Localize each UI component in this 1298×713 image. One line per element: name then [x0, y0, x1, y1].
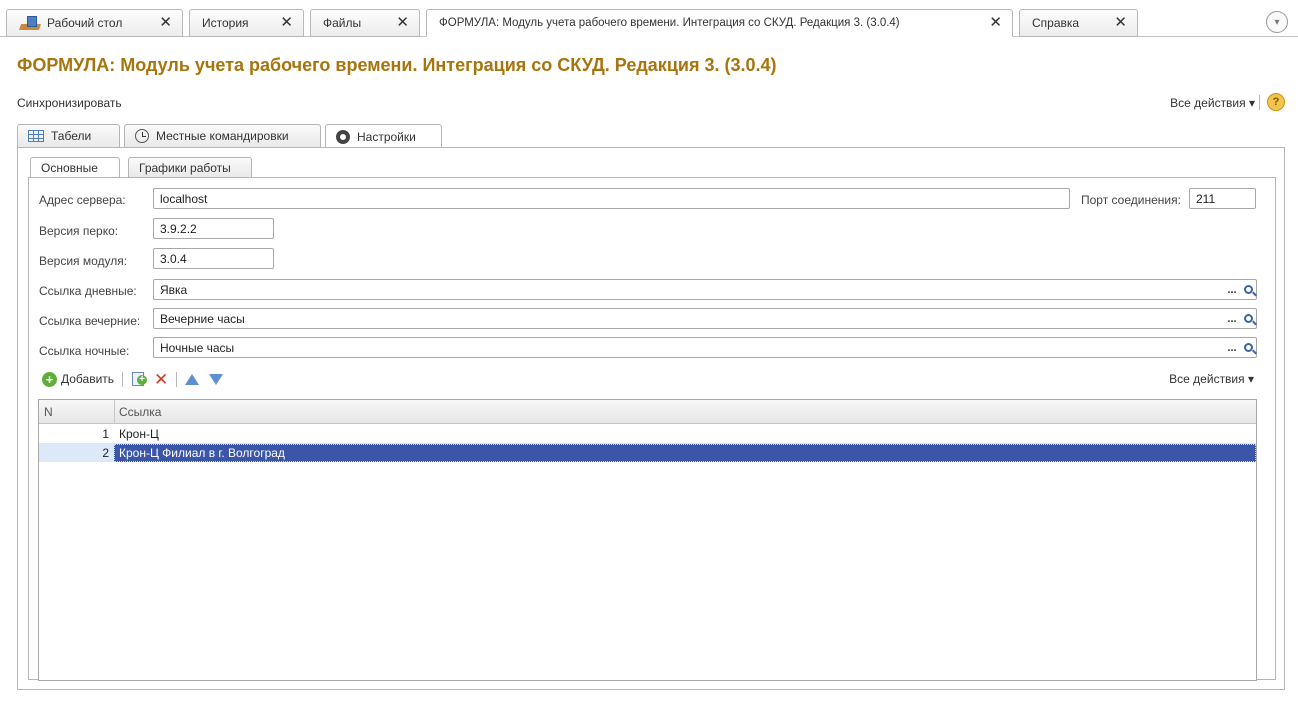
tab-label: Основные: [41, 161, 98, 175]
search-icon: [1243, 285, 1253, 294]
gear-icon: [336, 129, 350, 144]
search-button[interactable]: [1241, 309, 1255, 328]
window-tab-label: Рабочий стол: [47, 16, 123, 30]
close-icon[interactable]: ✕: [280, 15, 293, 31]
night-link-label: Ссылка ночные:: [39, 344, 130, 358]
evening-link-label: Ссылка вечерние:: [39, 314, 141, 328]
close-icon[interactable]: ✕: [396, 15, 409, 31]
links-table: N Ссылка 1 Крон-Ц 2 Крон-Ц Филиал в г. В…: [38, 399, 1257, 681]
module-version-field: 3.0.4: [153, 248, 274, 269]
window-tab-label: Файлы: [323, 16, 362, 30]
tab-local-trips[interactable]: Местные командировки: [124, 124, 321, 148]
window-tab-label: ФОРМУЛА: Модуль учета рабочего времени. …: [439, 17, 900, 29]
night-link-input[interactable]: Ночные часы: [153, 337, 1257, 358]
page-title: ФОРМУЛА: Модуль учета рабочего времени. …: [17, 55, 777, 75]
row-number: 1: [102, 427, 109, 441]
window-tab-label: История: [202, 16, 249, 30]
perco-version-field: 3.9.2.2: [153, 218, 274, 239]
list-all-actions-button[interactable]: Все действия ▾: [1169, 372, 1254, 386]
server-address-label: Адрес сервера:: [39, 193, 126, 207]
tab-work-schedules[interactable]: Графики работы: [128, 157, 252, 178]
search-icon: [1243, 343, 1253, 352]
tab-timesheets[interactable]: Табели: [17, 124, 120, 148]
close-icon[interactable]: ✕: [989, 15, 1002, 31]
clock-icon: [135, 129, 149, 143]
table-row[interactable]: 1 Крон-Ц: [39, 425, 1256, 443]
divider: [176, 371, 178, 387]
window-tab-desktop[interactable]: Рабочий стол ✕: [6, 9, 183, 37]
table-header: N Ссылка: [39, 400, 1256, 424]
plus-icon: +: [42, 371, 57, 387]
column-header-n[interactable]: N: [44, 405, 53, 419]
tab-label: Местные командировки: [156, 129, 289, 143]
window-tab-bar: Рабочий стол ✕ История ✕ Файлы ✕ ФОРМУЛА…: [0, 0, 1298, 46]
window-tab-label: Справка: [1032, 16, 1080, 30]
row-number: 2: [102, 446, 109, 460]
desktop-icon: [19, 15, 41, 31]
search-icon: [1243, 314, 1253, 323]
divider: [1259, 95, 1260, 110]
day-link-label: Ссылка дневные:: [39, 284, 137, 298]
copy-icon[interactable]: [131, 371, 148, 387]
port-input[interactable]: 211: [1189, 188, 1256, 209]
all-actions-button[interactable]: Все действия ▾: [1170, 96, 1255, 110]
window-menu-button[interactable]: ▾: [1266, 11, 1288, 33]
close-icon[interactable]: ✕: [159, 15, 172, 31]
column-divider: [114, 400, 115, 424]
tab-general[interactable]: Основные: [30, 157, 120, 179]
row-value-cell: [114, 444, 1256, 462]
move-up-icon[interactable]: [185, 373, 200, 385]
help-icon[interactable]: ?: [1267, 93, 1285, 111]
select-button[interactable]: ...: [1224, 280, 1240, 299]
chevron-down-icon: ▾: [1274, 16, 1280, 28]
window-tab-files[interactable]: Файлы ✕: [310, 9, 420, 37]
tab-label: Табели: [51, 129, 92, 143]
server-address-input[interactable]: localhost: [153, 188, 1070, 209]
column-header-link[interactable]: Ссылка: [119, 405, 161, 419]
select-button[interactable]: ...: [1224, 338, 1240, 357]
port-label: Порт соединения:: [1081, 193, 1181, 207]
window-tab-help[interactable]: Справка ✕: [1019, 9, 1138, 37]
delete-icon[interactable]: ✕: [154, 371, 168, 388]
divider: [122, 371, 124, 387]
close-icon[interactable]: ✕: [1114, 15, 1127, 31]
module-version-label: Версия модуля:: [39, 254, 128, 268]
row-value: Крон-Ц Филиал в г. Волгоград: [119, 446, 285, 460]
window-tab-history[interactable]: История ✕: [189, 9, 304, 37]
day-link-input[interactable]: Явка: [153, 279, 1257, 300]
table-icon: [28, 130, 44, 142]
row-value: Крон-Ц: [119, 427, 159, 441]
move-down-icon[interactable]: [209, 373, 224, 385]
perco-version-label: Версия перко:: [39, 224, 119, 238]
list-toolbar: + Добавить ✕: [42, 368, 224, 390]
select-button[interactable]: ...: [1224, 309, 1240, 328]
tab-label: Настройки: [357, 129, 416, 144]
tab-settings[interactable]: Настройки: [325, 124, 442, 149]
search-button[interactable]: [1241, 338, 1255, 357]
table-row[interactable]: 2 Крон-Ц Филиал в г. Волгоград: [39, 444, 1256, 462]
window-tab-formula[interactable]: ФОРМУЛА: Модуль учета рабочего времени. …: [426, 9, 1013, 37]
add-button[interactable]: + Добавить: [42, 371, 115, 387]
evening-link-input[interactable]: Вечерние часы: [153, 308, 1257, 329]
search-button[interactable]: [1241, 280, 1255, 299]
tab-label: Графики работы: [139, 160, 231, 175]
add-button-label: Добавить: [61, 372, 115, 386]
sync-button[interactable]: Синхронизировать: [17, 96, 122, 110]
command-bar: Синхронизировать Все действия ▾ ?: [17, 93, 1285, 113]
